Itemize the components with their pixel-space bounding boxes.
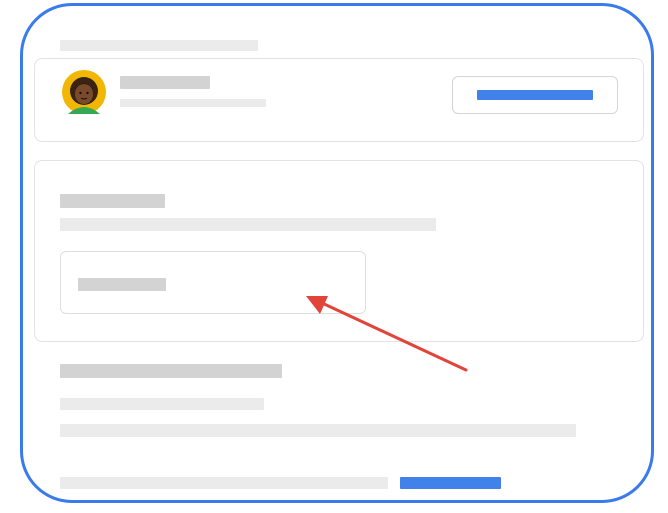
profile-action-button[interactable] (452, 76, 618, 114)
avatar (62, 70, 106, 114)
inner-field[interactable] (60, 251, 366, 314)
settings-card-description-placeholder (60, 218, 436, 231)
inner-field-label-placeholder (78, 278, 166, 291)
section-heading-placeholder (60, 364, 282, 378)
footer-link-placeholder[interactable] (400, 477, 501, 489)
settings-card-title-placeholder (60, 194, 165, 208)
profile-action-button-label-placeholder (477, 90, 593, 100)
page-title-placeholder (60, 40, 258, 51)
footer-text-placeholder (60, 477, 388, 489)
profile-name-placeholder (120, 76, 210, 89)
section-line-2-placeholder (60, 424, 576, 437)
section-line-1-placeholder (60, 398, 264, 410)
avatar-icon (62, 70, 106, 114)
profile-subtitle-placeholder (120, 99, 266, 107)
